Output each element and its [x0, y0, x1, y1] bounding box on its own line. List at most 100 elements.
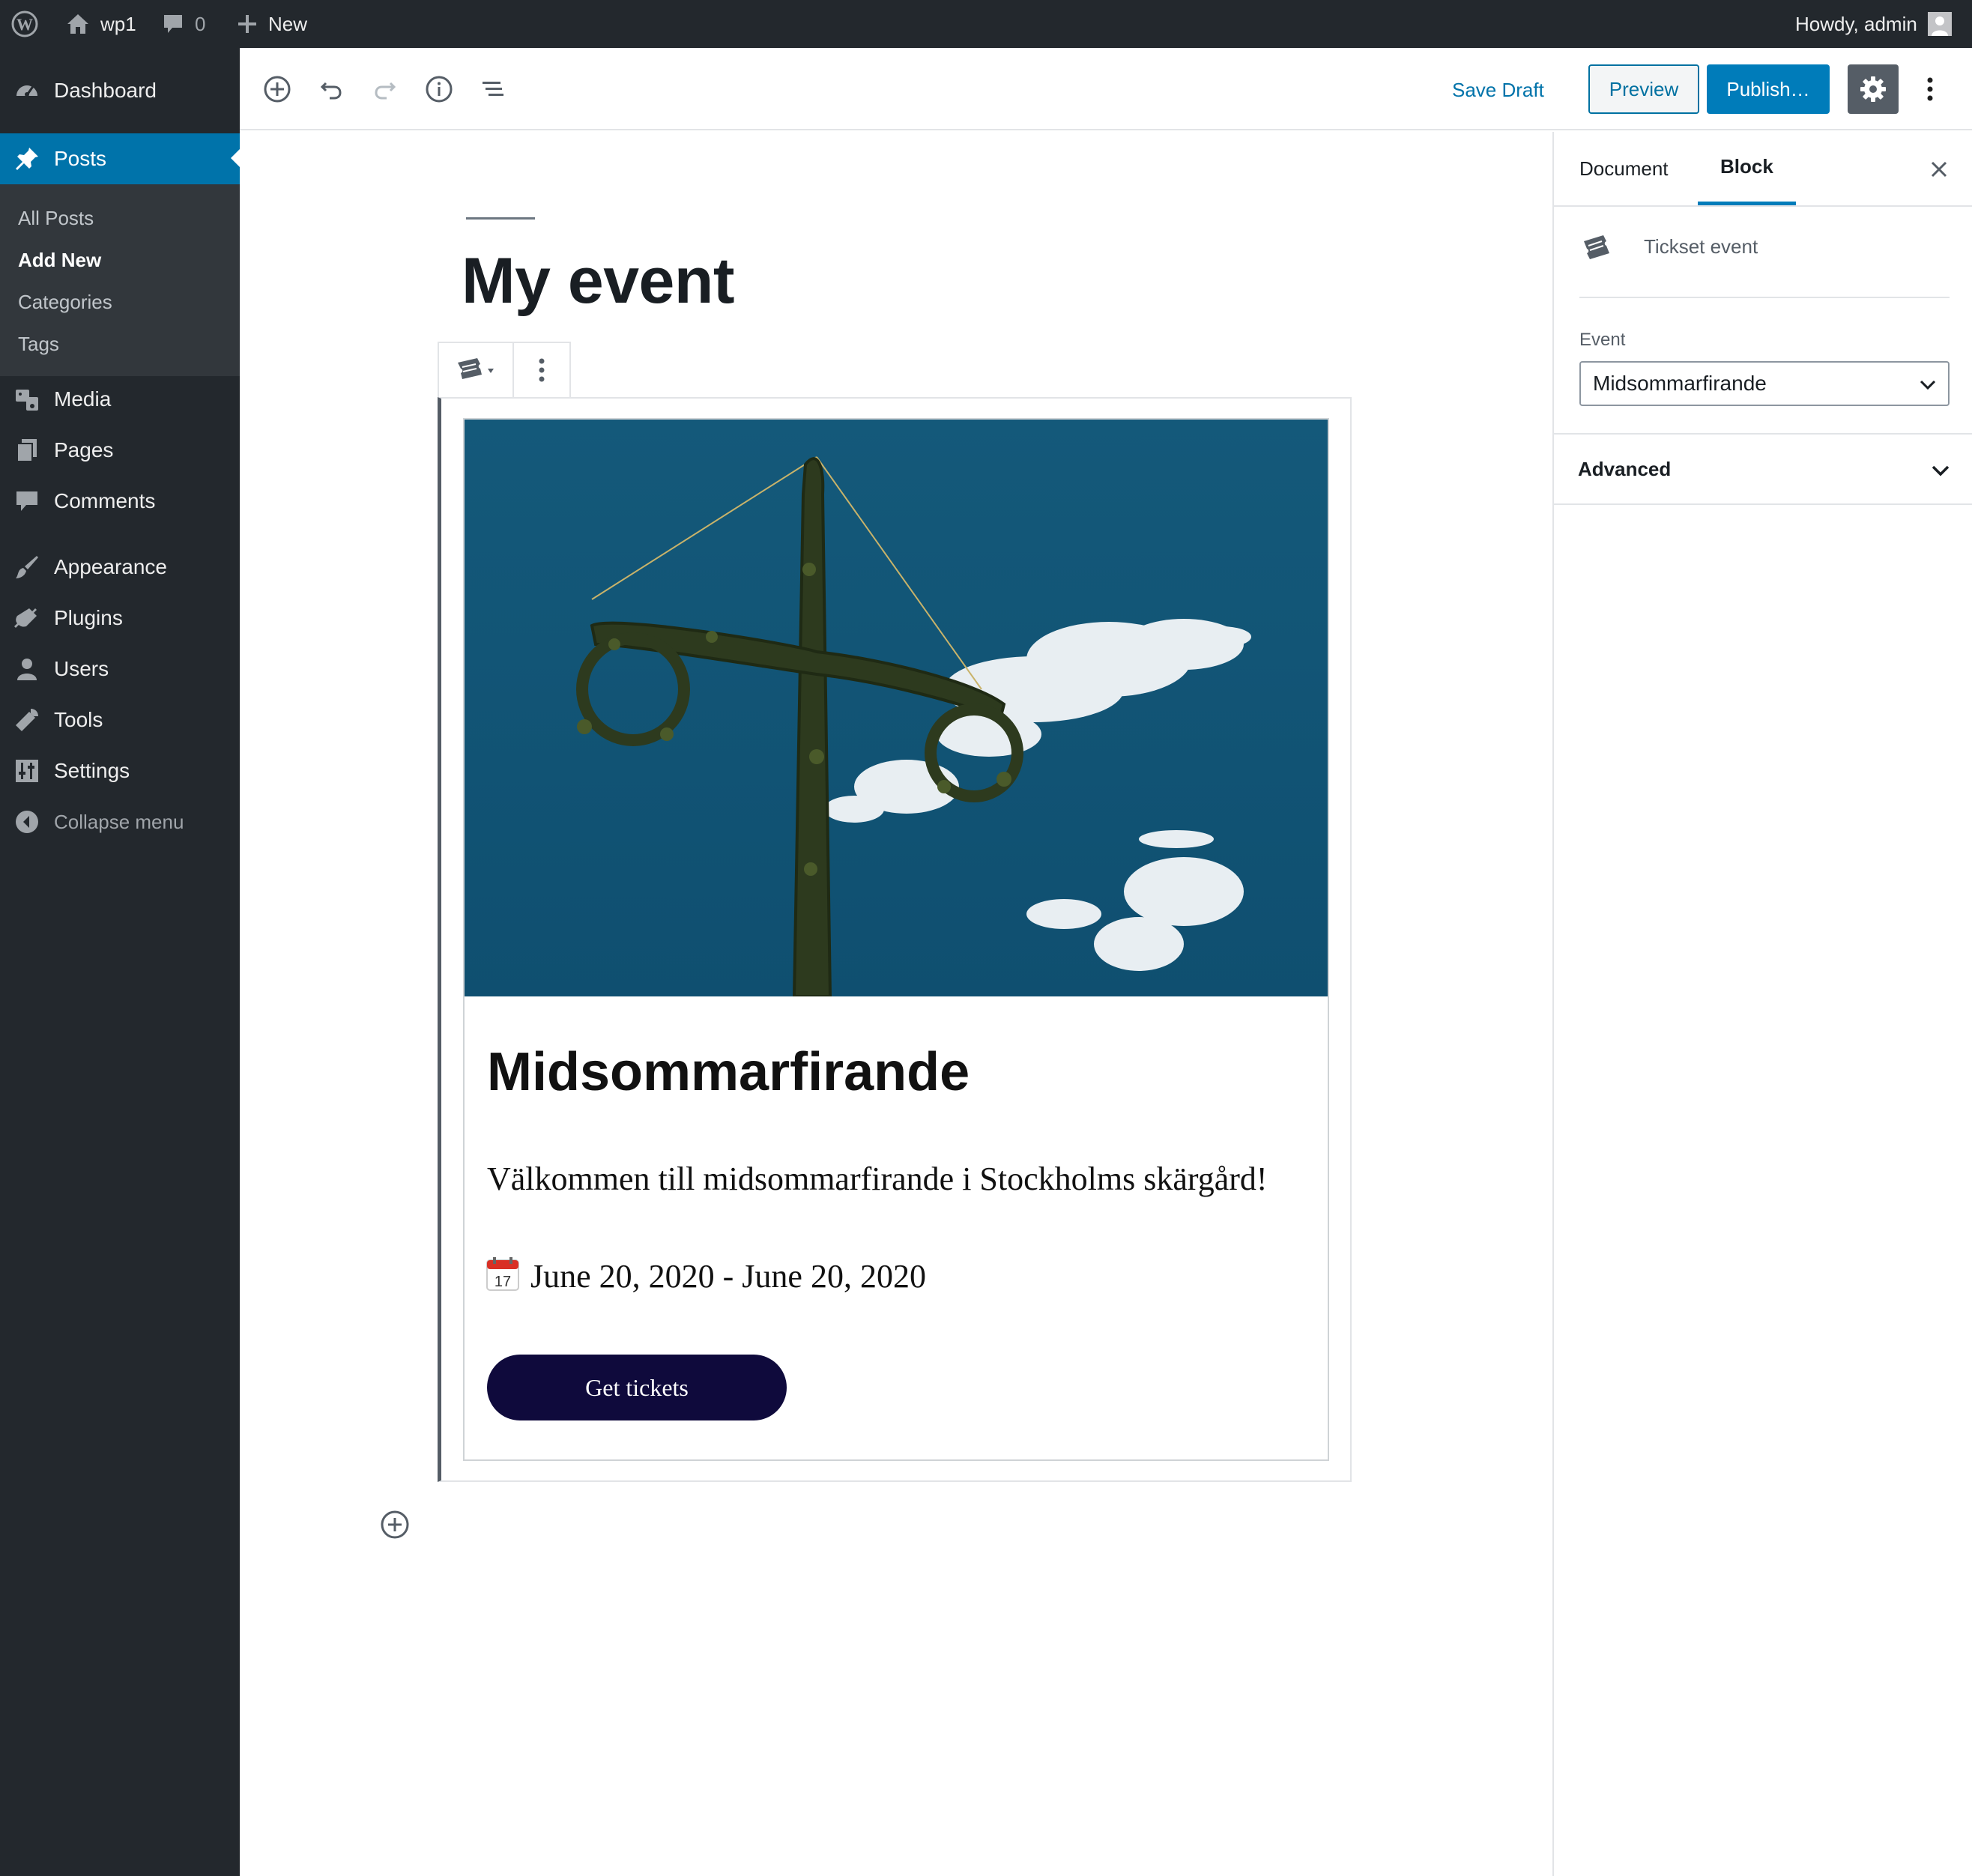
menu-media[interactable]: Media [0, 375, 240, 424]
block-card-title: Tickset event [1644, 235, 1758, 258]
event-title: Midsommarfirande [487, 1042, 970, 1102]
outline-icon [483, 82, 503, 96]
menu-comments-label: Comments [54, 489, 156, 512]
event-select[interactable]: Midsommarfirande [1579, 361, 1950, 406]
menu-dashboard-label: Dashboard [54, 79, 157, 102]
collapse-arrow-icon [13, 808, 40, 835]
menu-tools-label: Tools [54, 708, 103, 731]
settings-sidebar: Document Block Tickset event Event Midso… [1552, 132, 1972, 1876]
add-block-button[interactable] [256, 68, 298, 110]
submenu-tags[interactable]: Tags [18, 333, 59, 356]
menu-settings-label: Settings [54, 759, 130, 782]
editor-canvas: My event Midsommarfirande Välkommen till… [240, 132, 1552, 1876]
wordpress-logo-icon[interactable]: W [10, 0, 39, 48]
calendar-icon: 17 [486, 1257, 520, 1295]
settings-sliders-icon [13, 757, 40, 784]
wrench-icon [13, 706, 40, 733]
menu-collapse-label: Collapse menu [54, 810, 184, 833]
plugin-plug-icon [13, 605, 40, 632]
account-menu[interactable]: Howdy, admin [1795, 0, 1952, 48]
menu-appearance[interactable]: Appearance [0, 542, 240, 592]
menu-tools[interactable]: Tools [0, 695, 240, 745]
comments-icon [13, 488, 40, 515]
event-select-value: Midsommarfirande [1593, 372, 1767, 395]
site-name-link[interactable]: wp1 [66, 0, 136, 48]
undo-icon [320, 82, 342, 100]
event-date-row: 17 June 20, 2020 - June 20, 2020 [486, 1257, 926, 1295]
block-card: Tickset event [1554, 207, 1972, 298]
admin-sidebar: Dashboard Posts All Posts Add New Catego… [0, 48, 240, 1876]
tickset-event-card: Midsommarfirande Välkommen till midsomma… [463, 418, 1329, 1461]
close-sidebar-button[interactable] [1924, 154, 1954, 184]
post-title[interactable]: My event [462, 244, 735, 318]
get-tickets-button[interactable]: Get tickets [487, 1355, 787, 1420]
menu-users-label: Users [54, 657, 109, 680]
menu-plugins-label: Plugins [54, 606, 123, 629]
ticket-block-icon [1581, 232, 1614, 269]
block-toolbar [438, 342, 571, 399]
greeting: Howdy, admin [1795, 12, 1917, 35]
chevron-down-icon [1918, 375, 1938, 398]
advanced-panel-label: Advanced [1578, 457, 1672, 480]
menu-comments[interactable]: Comments [0, 476, 240, 526]
save-draft-button[interactable]: Save Draft [1452, 73, 1544, 106]
home-icon [66, 13, 90, 35]
calendar-day: 17 [494, 1274, 511, 1290]
menu-posts[interactable]: Posts [0, 133, 240, 184]
title-separator [466, 217, 535, 220]
submenu-add-new[interactable]: Add New [18, 249, 101, 272]
event-select-label: Event [1579, 330, 1626, 350]
advanced-panel-toggle[interactable]: Advanced [1554, 433, 1972, 505]
dashboard-gauge-icon [13, 77, 40, 104]
chevron-down-icon [1930, 460, 1951, 485]
tab-document[interactable]: Document [1579, 132, 1669, 205]
undo-button[interactable] [310, 68, 352, 110]
more-vertical-icon [539, 358, 545, 382]
sidebar-tabs: Document Block [1554, 132, 1972, 207]
info-icon [426, 76, 453, 103]
user-icon [13, 656, 40, 683]
block-inserter-button[interactable] [379, 1509, 411, 1540]
add-block-icon [264, 76, 291, 103]
info-button[interactable] [418, 68, 460, 110]
comments-link[interactable]: 0 [162, 0, 205, 48]
avatar [1927, 12, 1952, 36]
gear-icon [1860, 76, 1886, 102]
menu-pages-label: Pages [54, 438, 114, 462]
svg-text:W: W [16, 15, 33, 34]
submenu-categories[interactable]: Categories [18, 291, 112, 314]
preview-button[interactable]: Preview [1588, 64, 1699, 114]
plus-icon [237, 13, 258, 34]
more-options-button[interactable] [1915, 64, 1945, 114]
pushpin-icon [13, 145, 40, 172]
paintbrush-icon [13, 554, 40, 581]
publish-button[interactable]: Publish… [1707, 64, 1830, 114]
settings-toggle-button[interactable] [1848, 64, 1899, 114]
menu-posts-label: Posts [54, 147, 107, 170]
submenu-all-posts[interactable]: All Posts [18, 207, 94, 230]
menu-appearance-label: Appearance [54, 555, 168, 578]
comment-bubble-icon [162, 13, 184, 35]
menu-media-label: Media [54, 387, 112, 411]
redo-icon [375, 82, 396, 100]
posts-submenu: All Posts Add New Categories Tags [0, 184, 240, 376]
menu-collapse[interactable]: Collapse menu [0, 797, 240, 847]
site-name: wp1 [100, 12, 136, 35]
menu-settings[interactable]: Settings [0, 746, 240, 796]
event-dates: June 20, 2020 - June 20, 2020 [530, 1258, 926, 1295]
new-content-link[interactable]: New [237, 0, 307, 48]
block-more-options-button[interactable] [514, 343, 569, 397]
redo-button[interactable] [364, 68, 406, 110]
editor-header: Save Draft Preview Publish… [240, 48, 1972, 130]
event-description: Välkommen till midsommarfirande i Stockh… [487, 1161, 1268, 1197]
tab-block[interactable]: Block [1698, 132, 1796, 205]
outline-button[interactable] [472, 68, 514, 110]
menu-plugins[interactable]: Plugins [0, 593, 240, 643]
menu-pages[interactable]: Pages [0, 426, 240, 475]
pages-icon [13, 437, 40, 464]
menu-users[interactable]: Users [0, 644, 240, 694]
block-switcher-button[interactable] [439, 343, 514, 397]
add-block-icon [381, 1510, 409, 1539]
event-maypole-image [465, 420, 1328, 996]
menu-dashboard[interactable]: Dashboard [0, 66, 240, 115]
